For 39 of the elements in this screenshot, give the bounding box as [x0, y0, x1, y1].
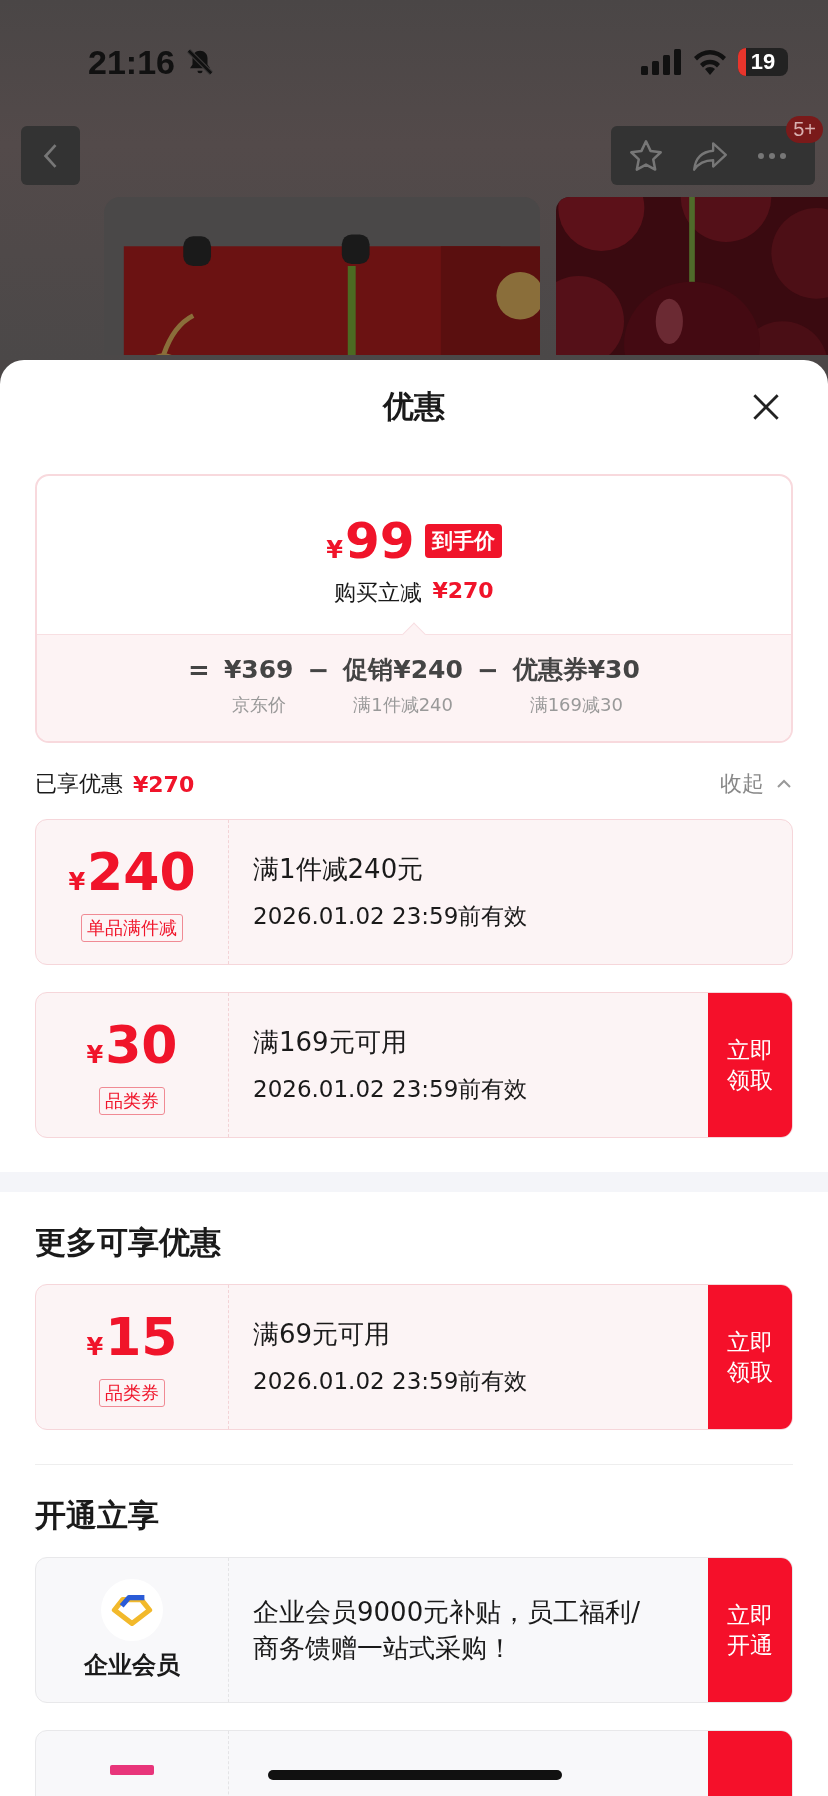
coupon-amount: ¥15 [86, 1307, 178, 1369]
enjoyed-amount: ¥270 [133, 771, 195, 797]
term-label: 京东价 [231, 693, 286, 717]
term-label: 满1件减240 [353, 693, 453, 717]
claim-button[interactable]: 立即领取 [708, 1285, 792, 1429]
final-price: ¥99 [326, 512, 415, 570]
saving-label: 购买立减 [334, 579, 423, 607]
price-term: ¥369 [223, 654, 294, 686]
operator: − [307, 654, 330, 687]
price-tag: 到手价 [424, 524, 502, 558]
saving-amount: ¥270 [432, 578, 494, 605]
coupon-amount: ¥30 [86, 1015, 178, 1077]
term-label: 满169减30 [529, 693, 623, 717]
sheet-title: 优惠 [383, 387, 445, 426]
coupon-tag: 品类券 [99, 1379, 165, 1407]
membership-name: 企业会员 [84, 1650, 180, 1681]
open-button[interactable]: 立即开通 [708, 1558, 792, 1702]
status-time: 21:16 [88, 42, 175, 82]
coupon-amount: ¥240 [68, 842, 196, 904]
collapse-toggle[interactable]: 收起 [720, 769, 792, 799]
coupon-tag: 单品满件减 [81, 914, 183, 942]
membership-description: 企业会员9000元补贴，员工福利/商务馈赠一站式采购！ [253, 1596, 641, 1665]
price-term: 促销¥240 [343, 654, 463, 686]
coupon-condition: 满69元可用 [253, 1318, 392, 1351]
coupon-tag: 品类券 [99, 1087, 165, 1115]
price-term: 优惠券¥30 [512, 654, 640, 686]
coupon-condition: 满169元可用 [253, 1026, 408, 1059]
coupon-condition: 满1件减240元 [253, 853, 425, 886]
section-heading: 更多可享优惠 [34, 1223, 222, 1262]
operator: − [476, 654, 499, 687]
section-heading: 开通立享 [34, 1496, 160, 1535]
enjoyed-label: 已享优惠 [35, 770, 123, 798]
claim-button[interactable]: 立即领取 [708, 993, 792, 1137]
notification-badge: 5+ [786, 116, 823, 143]
coupon-validity: 2026.01.02 23:59前有效 [253, 902, 529, 931]
operator: = [188, 654, 210, 687]
battery-icon: 19 [738, 48, 788, 76]
coupon-validity: 2026.01.02 23:59前有效 [253, 1367, 529, 1396]
coupon-validity: 2026.01.02 23:59前有效 [253, 1075, 529, 1104]
